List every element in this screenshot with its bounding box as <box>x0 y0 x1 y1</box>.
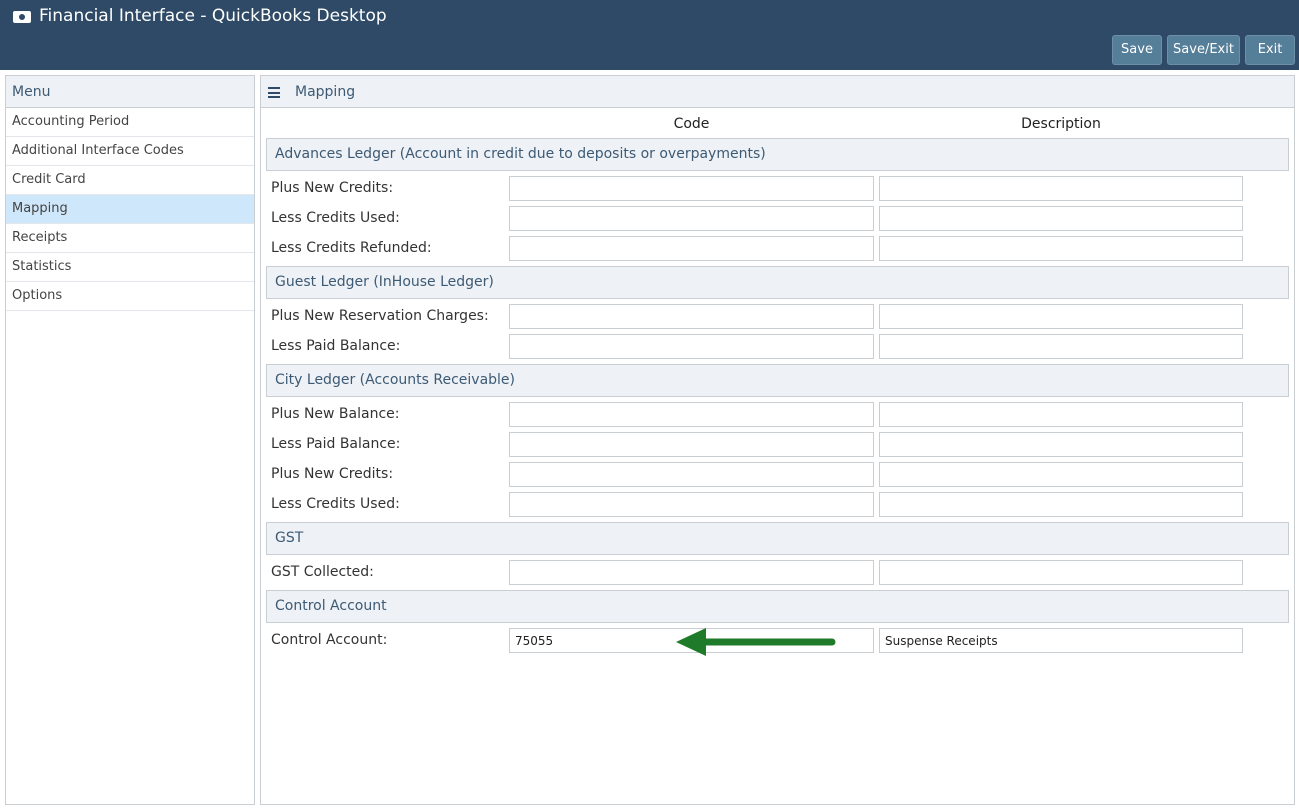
row-label: Control Account: <box>271 632 388 648</box>
description-input[interactable] <box>879 206 1243 231</box>
section-header-gst: GST <box>266 522 1289 555</box>
row-label: GST Collected: <box>271 564 374 580</box>
code-input[interactable] <box>509 304 874 329</box>
row-label: Plus New Credits: <box>271 466 394 482</box>
description-input[interactable] <box>879 432 1243 457</box>
row-label: Less Paid Balance: <box>271 436 401 452</box>
annotation-arrow-icon <box>676 628 836 656</box>
sidebar-item-additional-interface-codes[interactable]: Additional Interface Codes <box>6 137 254 166</box>
code-input[interactable] <box>509 462 874 487</box>
row-label: Plus New Credits: <box>271 180 394 196</box>
control-account-description-input[interactable] <box>879 628 1243 653</box>
section-header-guest-ledger: Guest Ledger (InHouse Ledger) <box>266 266 1289 299</box>
code-input[interactable] <box>509 560 874 585</box>
panel-header: Mapping <box>261 76 1294 108</box>
sidebar-item-credit-card[interactable]: Credit Card <box>6 166 254 195</box>
section-header-advances-ledger: Advances Ledger (Account in credit due t… <box>266 138 1289 171</box>
description-input[interactable] <box>879 402 1243 427</box>
description-input[interactable] <box>879 560 1243 585</box>
section-header-city-ledger: City Ledger (Accounts Receivable) <box>266 364 1289 397</box>
description-input[interactable] <box>879 334 1243 359</box>
row-label: Less Credits Used: <box>271 496 400 512</box>
money-icon <box>13 11 31 23</box>
sidebar-header: Menu <box>6 76 254 108</box>
title-bar: Financial Interface - QuickBooks Desktop… <box>0 0 1299 70</box>
mapping-panel: Mapping Code Description Advances Ledger… <box>260 75 1295 805</box>
save-exit-button[interactable]: Save/Exit <box>1167 35 1240 65</box>
description-input[interactable] <box>879 304 1243 329</box>
code-input[interactable] <box>509 492 874 517</box>
exit-button[interactable]: Exit <box>1245 35 1295 65</box>
code-input[interactable] <box>509 402 874 427</box>
hamburger-menu-icon[interactable] <box>268 87 280 98</box>
column-header-code: Code <box>673 116 710 132</box>
sidebar-item-options[interactable]: Options <box>6 282 254 311</box>
description-input[interactable] <box>879 492 1243 517</box>
row-label: Less Credits Used: <box>271 210 400 226</box>
row-label: Less Credits Refunded: <box>271 240 432 256</box>
code-input[interactable] <box>509 206 874 231</box>
save-button[interactable]: Save <box>1112 35 1162 65</box>
code-input[interactable] <box>509 334 874 359</box>
row-label: Plus New Balance: <box>271 406 400 422</box>
sidebar-item-statistics[interactable]: Statistics <box>6 253 254 282</box>
column-header-description: Description <box>1021 116 1101 132</box>
description-input[interactable] <box>879 176 1243 201</box>
sidebar-item-accounting-period[interactable]: Accounting Period <box>6 108 254 137</box>
code-input[interactable] <box>509 176 874 201</box>
description-input[interactable] <box>879 236 1243 261</box>
sidebar-item-receipts[interactable]: Receipts <box>6 224 254 253</box>
page-title: Mapping <box>295 84 356 100</box>
sidebar-item-mapping[interactable]: Mapping <box>6 195 254 224</box>
row-label: Less Paid Balance: <box>271 338 401 354</box>
row-label: Plus New Reservation Charges: <box>271 308 489 324</box>
section-header-control-account: Control Account <box>266 590 1289 623</box>
code-input[interactable] <box>509 236 874 261</box>
sidebar-menu: Menu Accounting Period Additional Interf… <box>5 75 255 805</box>
window-title: Financial Interface - QuickBooks Desktop <box>39 6 387 26</box>
description-input[interactable] <box>879 462 1243 487</box>
code-input[interactable] <box>509 432 874 457</box>
